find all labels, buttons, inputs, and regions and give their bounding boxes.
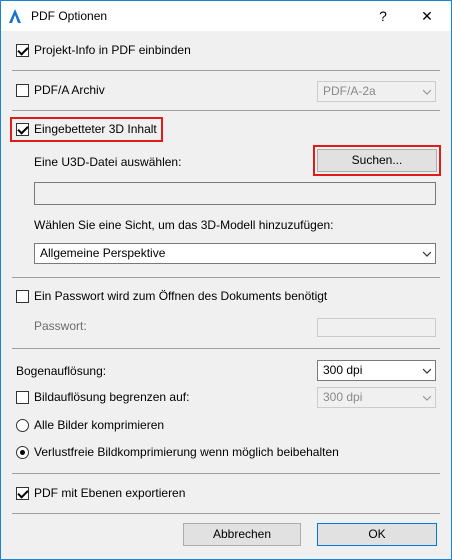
pdfa-version-value: PDF/A-2a (323, 84, 376, 98)
u3d-file-label: Eine U3D-Datei auswählen: (34, 155, 182, 169)
view-label: Wählen Sie eine Sicht, um das 3D-Modell … (34, 218, 334, 232)
close-button[interactable]: ✕ (413, 5, 441, 27)
password-required-checkbox[interactable] (16, 290, 29, 303)
separator (12, 348, 440, 349)
ok-button[interactable]: OK (317, 523, 437, 546)
archicad-logo-icon (9, 9, 21, 23)
project-info-checkbox[interactable] (16, 44, 29, 57)
window-title: PDF Optionen (31, 9, 108, 23)
chevron-down-icon (423, 395, 431, 401)
arc-resolution-value: 300 dpi (323, 363, 363, 377)
pdfa-version-select[interactable]: PDF/A-2a (317, 81, 436, 102)
title-bar: PDF Optionen ? ✕ (1, 1, 451, 31)
separator (12, 473, 440, 474)
separator (12, 70, 440, 71)
password-label: Passwort: (34, 319, 87, 333)
u3d-path-field[interactable] (34, 182, 436, 205)
pdfa-label[interactable]: PDF/A Archiv (34, 83, 105, 97)
export-layers-label[interactable]: PDF mit Ebenen exportieren (34, 486, 185, 500)
browse-button[interactable]: Suchen... (317, 149, 437, 172)
limit-image-resolution-label[interactable]: Bildauflösung begrenzen auf: (34, 390, 189, 404)
separator (12, 110, 440, 111)
password-required-label[interactable]: Ein Passwort wird zum Öffnen des Dokumen… (34, 289, 327, 303)
image-resolution-select[interactable]: 300 dpi (317, 387, 436, 408)
arc-resolution-select[interactable]: 300 dpi (317, 360, 436, 381)
limit-image-resolution-checkbox[interactable] (16, 391, 29, 404)
separator (12, 513, 440, 514)
embed-3d-checkbox[interactable] (16, 123, 29, 136)
view-select-value: Allgemeine Perspektive (40, 246, 166, 260)
compress-all-label[interactable]: Alle Bilder komprimieren (34, 418, 164, 432)
pdf-options-dialog: PDF Optionen ? ✕ Projekt-Info in PDF ein… (0, 0, 452, 560)
chevron-down-icon (423, 251, 431, 257)
password-field[interactable] (317, 318, 436, 337)
compress-all-radio[interactable] (16, 419, 29, 432)
export-layers-checkbox[interactable] (16, 487, 29, 500)
help-button[interactable]: ? (369, 5, 397, 27)
separator (12, 277, 440, 278)
chevron-down-icon (423, 368, 431, 374)
cancel-button[interactable]: Abbrechen (183, 523, 301, 546)
embed-3d-label[interactable]: Eingebetteter 3D Inhalt (34, 122, 157, 136)
view-select[interactable]: Allgemeine Perspektive (34, 243, 436, 264)
lossless-compression-label[interactable]: Verlustfreie Bildkomprimierung wenn mögl… (34, 445, 339, 459)
chevron-down-icon (423, 89, 431, 95)
arc-resolution-label: Bogenauflösung: (16, 364, 107, 378)
pdfa-checkbox[interactable] (16, 84, 29, 97)
image-resolution-value: 300 dpi (323, 390, 363, 404)
lossless-compression-radio[interactable] (16, 446, 29, 459)
project-info-label[interactable]: Projekt-Info in PDF einbinden (34, 43, 191, 57)
